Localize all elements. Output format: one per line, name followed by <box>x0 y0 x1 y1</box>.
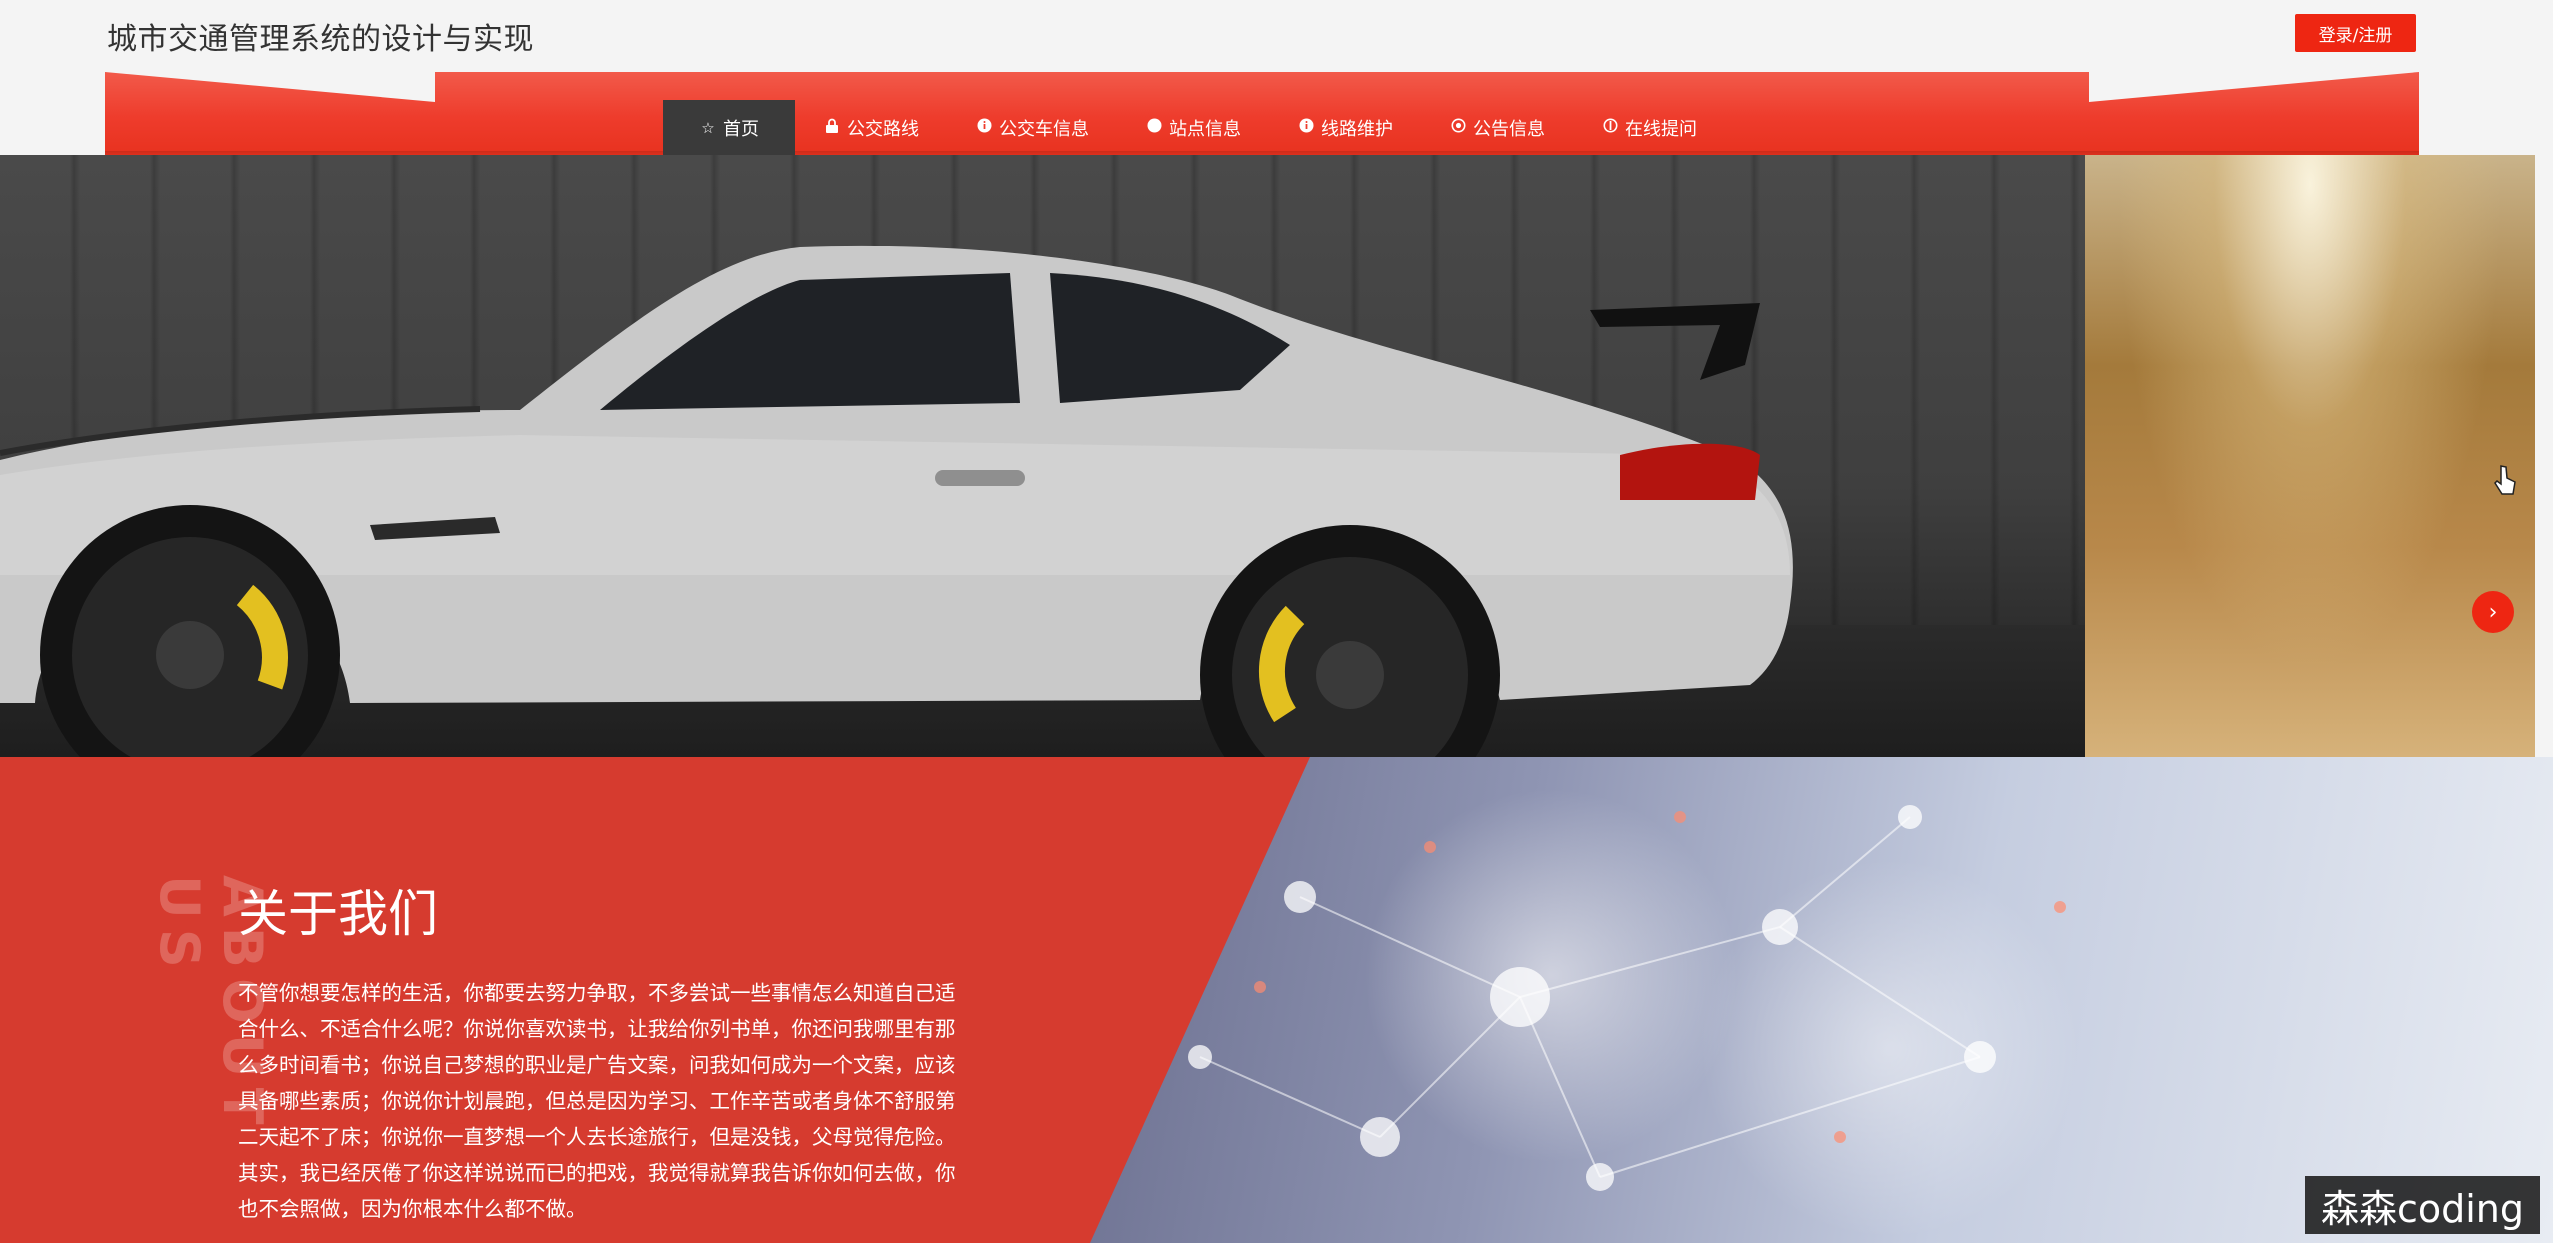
nav-item-online-questions[interactable]: 在线提问 <box>1573 100 1725 155</box>
nav-item-bus-routes[interactable]: 公交路线 <box>795 100 947 155</box>
settings-icon <box>1449 118 1467 137</box>
nav-item-label: 公交车信息 <box>999 118 1089 140</box>
nav-item-announcements[interactable]: 公告信息 <box>1421 100 1573 155</box>
login-register-button[interactable]: 登录/注册 <box>2295 14 2416 52</box>
site-title: 城市交通管理系统的设计与实现 <box>107 22 534 57</box>
nav-item-bus-info[interactable]: 公交车信息 <box>947 100 1117 155</box>
circle-icon <box>1145 118 1163 137</box>
main-nav: ☆ 首页 公交路线 公交车信息 站点信息 线路维护 公告信息 在线提问 <box>663 100 1725 155</box>
watermark: 森森coding <box>2305 1176 2540 1234</box>
nav-item-stations[interactable]: 站点信息 <box>1117 100 1269 155</box>
nav-item-label: 公告信息 <box>1473 118 1545 140</box>
banner-next-button[interactable]: › <box>2472 591 2514 633</box>
about-text: 不管你想要怎样的生活，你都要去努力争取，不多尝试一些事情怎么知道自己适合什么、不… <box>238 981 956 1221</box>
nav-item-label: 首页 <box>723 118 759 140</box>
about-section: ABOUT US 关于我们 不管你想要怎样的生活，你都要去努力争取，不多尝试一些… <box>0 757 2553 1243</box>
nav-item-home[interactable]: ☆ 首页 <box>663 100 795 155</box>
question-icon <box>1601 118 1619 137</box>
nav-item-label: 在线提问 <box>1625 118 1697 140</box>
hero-banner: › <box>0 155 2535 757</box>
lock-icon <box>823 118 841 138</box>
info-icon <box>1297 118 1315 137</box>
nav-item-route-maintenance[interactable]: 线路维护 <box>1269 100 1421 155</box>
star-icon: ☆ <box>701 118 715 137</box>
nav-item-label: 线路维护 <box>1321 118 1393 140</box>
network-hands-image <box>1080 757 2553 1243</box>
sports-car-image <box>0 245 1793 757</box>
info-icon <box>975 118 993 137</box>
mouse-pointer-icon <box>2494 465 2516 495</box>
banner-next-slide-preview <box>2085 155 2535 757</box>
about-heading: 关于我们 <box>238 885 438 943</box>
nav-item-label: 站点信息 <box>1169 118 1241 140</box>
network-graphic <box>1188 805 2066 1191</box>
nav-item-label: 公交路线 <box>847 118 919 140</box>
